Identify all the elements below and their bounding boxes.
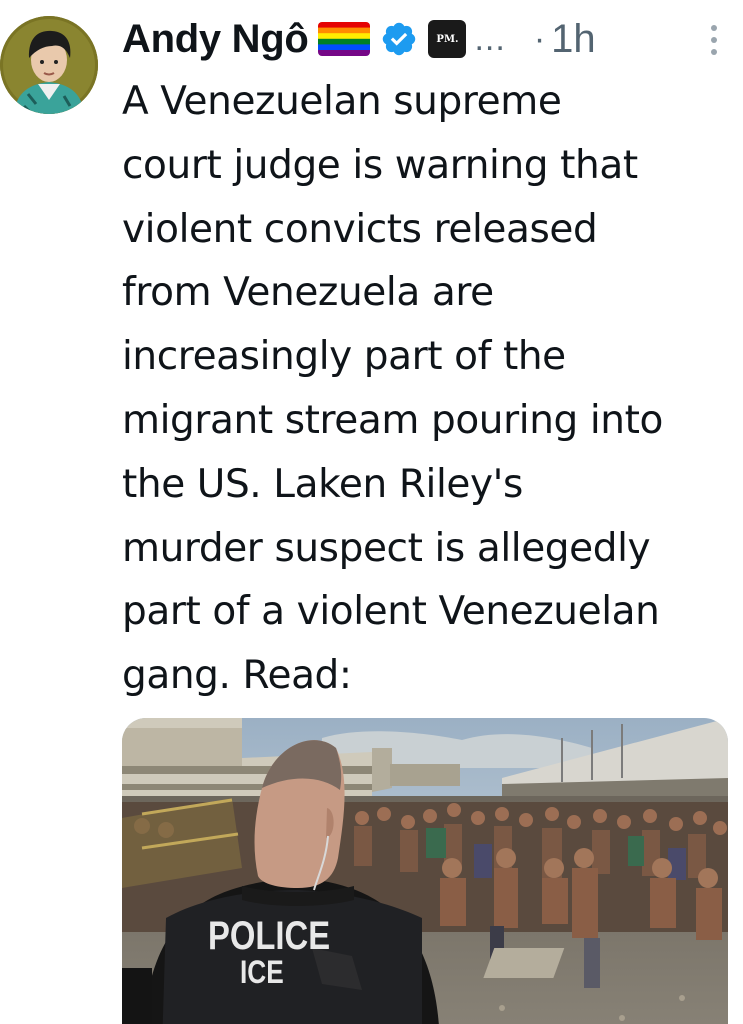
tweet-header: Andy Ngô PM. ... · 1h: [122, 10, 743, 68]
timestamp[interactable]: 1h: [551, 17, 596, 62]
author-name[interactable]: Andy Ngô: [122, 17, 309, 62]
affiliate-badge[interactable]: PM.: [428, 20, 467, 58]
more-vertical-icon[interactable]: [709, 22, 719, 58]
rainbow-flag-icon: [318, 22, 371, 56]
name-truncation: ...: [474, 19, 506, 58]
verified-badge-icon[interactable]: [380, 20, 418, 58]
separator-dot: ·: [533, 19, 546, 58]
vest-text-ice: ICE: [240, 954, 284, 990]
author-avatar[interactable]: [0, 16, 98, 114]
tweet[interactable]: Andy Ngô PM. ... · 1h A Venezuelan supre…: [0, 0, 743, 1024]
vest-text-police: POLICE: [208, 914, 331, 958]
tweet-media-image[interactable]: POLICE ICE: [122, 718, 728, 1024]
tweet-text: A Venezuelan supreme court judge is warn…: [122, 79, 663, 699]
